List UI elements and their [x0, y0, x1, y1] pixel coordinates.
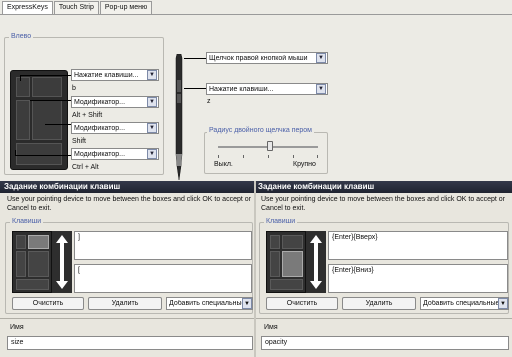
- clear-button[interactable]: Очистить: [12, 297, 84, 310]
- combo-value: Щелчок правой кнопкой мыши: [209, 54, 308, 62]
- expresskey-4-combo[interactable]: Модификатор... ▼: [71, 148, 159, 160]
- connector-line: [20, 75, 21, 81]
- chevron-down-icon[interactable]: ▼: [147, 123, 157, 133]
- chevron-down-icon[interactable]: ▼: [316, 84, 326, 94]
- dialog-title: Задание комбинации клавиш: [254, 181, 512, 193]
- keys-pad-image: [266, 231, 306, 293]
- lower-keystroke-field[interactable]: [: [74, 264, 252, 293]
- dialog-separator: [254, 181, 256, 357]
- add-special-combo[interactable]: Добавить специальные ▼: [166, 297, 253, 310]
- keys-group-label: Клавиши: [264, 218, 298, 225]
- dialog-title: Задание комбинации клавиш: [0, 181, 254, 193]
- connector-line: [30, 100, 71, 101]
- name-label: Имя: [10, 324, 24, 331]
- pad-key-1: [16, 77, 30, 97]
- pen-lower-caption: z: [207, 98, 211, 105]
- chevron-down-icon[interactable]: ▼: [316, 53, 326, 63]
- connector-line: [20, 75, 71, 76]
- slider-tick: [293, 155, 294, 158]
- double-click-distance-label: Радиус двойного щелчка пером: [207, 127, 314, 134]
- name-input[interactable]: opacity: [261, 336, 509, 350]
- tablet-properties-panel: ExpressKeys Touch Strip Pop-up меню Влев…: [0, 0, 512, 181]
- slider-tick: [243, 155, 244, 158]
- keys-pad-image: [12, 231, 52, 293]
- pen-upper-button-combo[interactable]: Щелчок правой кнопкой мыши ▼: [206, 52, 328, 64]
- connector-line: [15, 155, 71, 156]
- expresskey-1-caption: b: [72, 85, 76, 92]
- tab-bar: ExpressKeys Touch Strip Pop-up меню: [2, 1, 153, 14]
- add-special-combo[interactable]: Добавить специальные ▼: [420, 297, 509, 310]
- divider: [0, 318, 254, 319]
- name-label: Имя: [264, 324, 278, 331]
- divider: [256, 318, 512, 319]
- chevron-down-icon[interactable]: ▼: [147, 149, 157, 159]
- combo-value: Модификатор...: [74, 98, 126, 106]
- up-down-arrows-icon: [52, 231, 72, 293]
- slider-tick: [317, 155, 318, 158]
- expresskey-3-caption: Shift: [72, 138, 87, 145]
- chevron-down-icon[interactable]: ▼: [242, 298, 252, 309]
- pad-key-2: [32, 77, 62, 97]
- slider-tick: [268, 155, 269, 158]
- tab-popup-menu[interactable]: Pop-up меню: [99, 1, 153, 14]
- name-input[interactable]: size: [7, 336, 253, 350]
- combo-value: Нажатие клавиши...: [209, 85, 274, 93]
- clear-button[interactable]: Очистить: [266, 297, 338, 310]
- connector-line: [184, 58, 206, 59]
- pad-key-4: [32, 100, 62, 140]
- connector-line: [184, 88, 206, 89]
- connector-line: [45, 124, 71, 125]
- upper-keystroke-field[interactable]: {Enter}{Вверх}: [328, 231, 508, 260]
- combo-value: Модификатор...: [74, 124, 126, 132]
- pen-icon: [175, 54, 183, 180]
- up-down-arrows-icon: [306, 231, 326, 293]
- connector-line: [15, 150, 16, 156]
- delete-button[interactable]: Удалить: [88, 297, 162, 310]
- tab-divider: [0, 14, 512, 15]
- combo-value: Добавить специальные: [423, 300, 498, 307]
- dialog-instructions: Use your pointing device to move between…: [7, 196, 251, 212]
- expresskey-2-caption: Alt + Shift: [72, 112, 103, 119]
- slider-thumb[interactable]: [267, 141, 273, 151]
- expresskey-4-caption: Ctrl + Alt: [72, 164, 99, 171]
- combo-value: Нажатие клавиши...: [74, 71, 139, 79]
- combo-value: Модификатор...: [74, 150, 126, 158]
- pen-lower-button-combo[interactable]: Нажатие клавиши... ▼: [206, 83, 328, 95]
- chevron-down-icon[interactable]: ▼: [147, 70, 157, 80]
- chevron-down-icon[interactable]: ▼: [498, 298, 508, 309]
- delete-button[interactable]: Удалить: [342, 297, 416, 310]
- upper-keystroke-field[interactable]: ]: [74, 231, 252, 260]
- pad-key-5: [16, 143, 62, 165]
- keys-group-label: Клавиши: [10, 218, 44, 225]
- chevron-down-icon[interactable]: ▼: [147, 97, 157, 107]
- pad-key-3: [16, 100, 30, 140]
- expresskeys-group-label: Влево: [9, 33, 34, 40]
- expresskey-3-combo[interactable]: Модификатор... ▼: [71, 122, 159, 134]
- combo-value: Добавить специальные: [169, 300, 242, 307]
- expresskey-2-combo[interactable]: Модификатор... ▼: [71, 96, 159, 108]
- tab-expresskeys[interactable]: ExpressKeys: [2, 1, 53, 14]
- slider-max-label: Крупно: [293, 161, 316, 168]
- dialog-instructions: Use your pointing device to move between…: [261, 196, 505, 212]
- slider-tick: [218, 155, 219, 158]
- tab-touch-strip[interactable]: Touch Strip: [53, 1, 99, 14]
- expresskey-1-combo[interactable]: Нажатие клавиши... ▼: [71, 69, 159, 81]
- slider-min-label: Выкл.: [214, 161, 233, 168]
- lower-keystroke-field[interactable]: {Enter}{Вниз}: [328, 264, 508, 293]
